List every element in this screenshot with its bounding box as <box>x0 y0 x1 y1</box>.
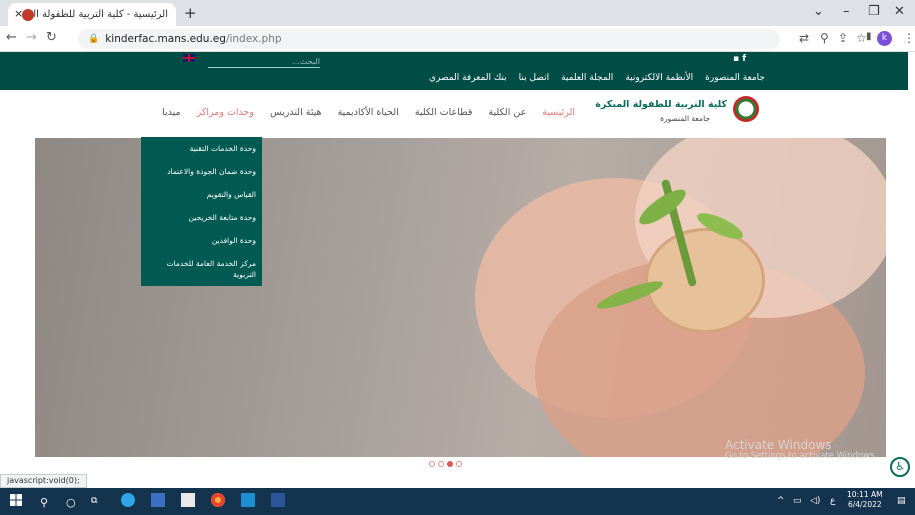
uk-flag-icon[interactable] <box>183 54 195 62</box>
address-bar[interactable]: 🔒 kinderfac.mans.edu.eg/index.php <box>78 29 780 49</box>
browser-tab[interactable]: الرئيسية - كلية التربية للطفولة المبكـ <box>8 3 176 26</box>
tray-chevron-icon[interactable]: ^ <box>777 496 785 506</box>
link-scientific-journal[interactable]: المجلة العلمية <box>561 73 613 83</box>
nav-sectors[interactable]: قطاعات الكلية <box>415 107 473 118</box>
network-icon[interactable]: ▭ <box>793 496 802 506</box>
menu-item-tech-services[interactable]: وحدة الخدمات التقنية <box>147 143 256 154</box>
menu-item-public-service[interactable]: مركز الخدمة العامة للخدمات التربوية <box>147 258 256 280</box>
nav-media[interactable]: ميديا <box>162 107 180 118</box>
close-window-button[interactable]: ✕ <box>894 4 905 19</box>
zoom-icon[interactable]: ⚲ <box>820 31 829 45</box>
reload-icon[interactable]: ↻ <box>46 30 57 45</box>
back-icon[interactable]: ← <box>6 30 17 45</box>
nav-about[interactable]: عن الكلية <box>488 107 526 118</box>
activate-windows-watermark: Activate Windows Go to Settings to activ… <box>725 438 878 462</box>
taskbar-clock[interactable]: 10:11 AM 6/4/2022 <box>847 490 883 510</box>
cortana-icon[interactable]: ○ <box>66 496 76 509</box>
new-tab-button[interactable]: + <box>184 4 197 22</box>
slider-dot[interactable] <box>429 461 435 467</box>
tab-search-icon[interactable]: ⌄ <box>813 4 824 19</box>
top-links: جامعة المنصورة الأنظمة الالكترونية المجل… <box>429 73 765 83</box>
profile-avatar[interactable]: k <box>877 31 892 46</box>
nav-faculty-staff[interactable]: هيئة التدريس <box>270 107 322 118</box>
word-icon[interactable] <box>271 493 285 507</box>
start-icon[interactable] <box>10 494 22 506</box>
units-dropdown-menu: وحدة الخدمات التقنية وحدة ضمان الجودة وا… <box>141 137 262 286</box>
link-e-systems[interactable]: الأنظمة الالكترونية <box>625 73 693 83</box>
status-bar: javascript:void(0); <box>0 474 87 488</box>
menu-item-expats[interactable]: وحدة الوافدين <box>147 235 256 246</box>
menu-item-graduates[interactable]: وحدة متابعة الخريجين <box>147 212 256 223</box>
accessibility-icon[interactable]: ♿ <box>890 457 910 477</box>
brand-title: كلية التربية للطفولة المبكرة <box>595 99 727 110</box>
volume-icon[interactable]: ◁) <box>810 496 820 506</box>
slider-dot[interactable] <box>447 461 453 467</box>
notification-icon[interactable]: ▤ <box>897 496 906 506</box>
slider-dot[interactable] <box>438 461 444 467</box>
nav-units-centers[interactable]: وحدات ومراكز <box>197 107 254 118</box>
nav-academic-life[interactable]: الحياة الأكاديمية <box>338 107 399 118</box>
forward-icon[interactable]: → <box>26 30 37 45</box>
tab-title: الرئيسية - كلية التربية للطفولة المبكـ <box>34 9 168 20</box>
store-icon[interactable] <box>181 493 195 507</box>
link-mansoura-university[interactable]: جامعة المنصورة <box>705 73 765 83</box>
browser-menu-icon[interactable]: ⋮ <box>903 31 915 45</box>
clock-time: 10:11 AM <box>847 490 883 499</box>
url-path: /index.php <box>225 33 282 45</box>
minimize-button[interactable]: – <box>843 4 850 19</box>
social-icons[interactable]: ▪ f <box>733 54 746 64</box>
side-panel-icon[interactable]: ▮ <box>866 31 872 42</box>
menu-item-measurement[interactable]: القياس والتقويم <box>147 189 256 200</box>
main-nav: الرئيسية عن الكلية قطاعات الكلية الحياة … <box>162 107 575 118</box>
chrome-icon[interactable] <box>211 493 225 507</box>
lock-icon: 🔒 <box>88 34 100 44</box>
url-host: kinderfac.mans.edu.eg <box>105 33 226 45</box>
faculty-logo[interactable] <box>733 96 759 122</box>
mail-icon[interactable] <box>241 493 255 507</box>
slider-dots <box>429 461 462 467</box>
brand-subtitle: جامعة المنصورة <box>660 114 710 123</box>
file-explorer-icon[interactable] <box>151 493 165 507</box>
restore-button[interactable]: ❐ <box>868 4 880 19</box>
site-search-input[interactable] <box>208 56 320 68</box>
edge-icon[interactable] <box>121 493 135 507</box>
site-favicon-icon <box>22 8 34 21</box>
share-icon[interactable]: ⇪ <box>838 31 848 45</box>
activate-title: Activate Windows <box>725 438 832 452</box>
tab-close-icon[interactable]: × <box>14 7 23 20</box>
activate-subtitle: Go to Settings to activate Windows. <box>725 451 878 461</box>
menu-item-quality-assurance[interactable]: وحدة ضمان الجودة والاعتماد <box>147 166 256 177</box>
language-icon[interactable]: ع <box>830 496 835 506</box>
slider-dot[interactable] <box>456 461 462 467</box>
link-contact-us[interactable]: اتصل بنا <box>519 73 549 83</box>
task-view-icon[interactable]: ⧉ <box>91 496 97 506</box>
translate-icon[interactable]: ⇄ <box>799 31 809 45</box>
site-top-bar <box>0 52 908 72</box>
link-knowledge-bank[interactable]: بنك المعرفة المصري <box>429 73 507 83</box>
search-icon[interactable]: ⚲ <box>40 496 48 509</box>
clock-date: 6/4/2022 <box>847 500 882 509</box>
nav-home[interactable]: الرئيسية <box>542 107 575 118</box>
